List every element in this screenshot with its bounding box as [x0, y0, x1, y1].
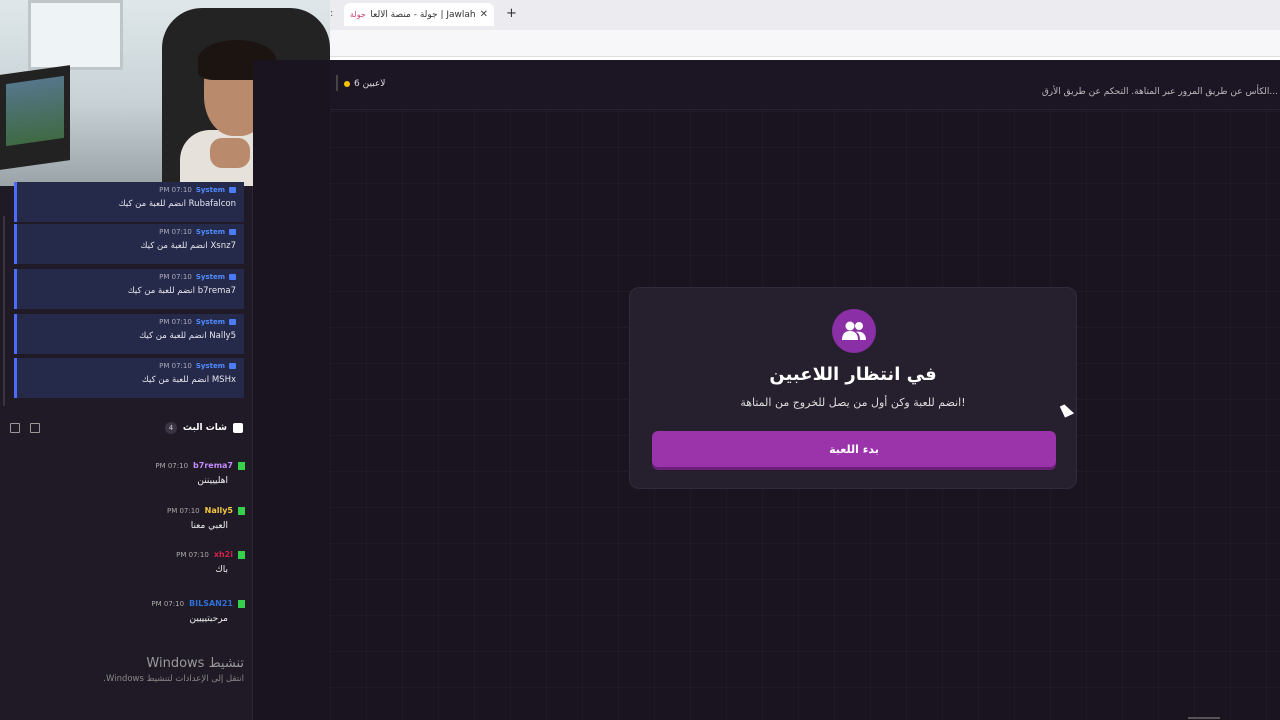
chat-header: شات البث 4: [0, 416, 253, 440]
kick-icon: [238, 506, 245, 515]
shield-icon: [229, 363, 236, 369]
game-description: ...الكأس عن طريق المرور عبر المتاهة. الت…: [1041, 87, 1278, 97]
system-message: System PM 07:10 Nally5 انضم للعبة من كيك: [14, 314, 244, 354]
address-bar[interactable]: [330, 30, 1280, 57]
close-icon[interactable]: ✕: [480, 9, 488, 20]
chat-message: b7rema7 PM 07:10 اهليييننن: [0, 461, 245, 486]
status-dot-icon: [344, 81, 350, 87]
shield-icon: [229, 274, 236, 280]
chat-title: شات البث: [182, 423, 227, 433]
tab-scroll-indicator: :: [330, 8, 334, 19]
kick-icon: [238, 599, 245, 608]
chat-bubble-icon: [233, 423, 243, 433]
cam-monitor: [0, 65, 70, 170]
waiting-subtitle: انضم للعبة وكن أول من يصل للخروج من المت…: [740, 396, 966, 409]
chat-count-badge: 4: [164, 422, 177, 434]
scroll-indicator: [1188, 717, 1220, 719]
game-header: 6 لاعبين ...الكأس عن طريق المرور عبر الم…: [330, 60, 1280, 110]
player-count: 6 لاعبين: [336, 75, 386, 91]
kick-icon: [238, 550, 245, 559]
system-message: System PM 07:10 Rubafalcon انضم للعبة من …: [14, 182, 244, 222]
browser-tab-strip: : جولة Jawlah | جولة - منصة الألعاب الت …: [330, 0, 1280, 30]
tab-favicon: جولة: [350, 10, 366, 19]
users-icon: [832, 309, 876, 353]
page-background: [253, 60, 330, 186]
kick-icon: [238, 461, 245, 470]
chat-message: Nally5 PM 07:10 العبي معنا: [0, 506, 245, 531]
player-count-label: 6 لاعبين: [354, 79, 386, 89]
start-game-button[interactable]: بدء اللعبة: [652, 431, 1056, 467]
browser-tab[interactable]: جولة Jawlah | جولة - منصة الألعاب الت ✕: [344, 3, 494, 26]
new-tab-icon[interactable]: +: [506, 6, 517, 21]
scrollbar[interactable]: [3, 216, 5, 406]
shield-icon: [229, 319, 236, 325]
settings-icon[interactable]: [10, 423, 20, 433]
chat-message: xh2i PM 07:10 باك: [0, 550, 245, 575]
shield-icon: [229, 187, 236, 193]
tab-title: Jawlah | جولة - منصة الألعاب الت: [370, 9, 476, 20]
cam-window: [28, 0, 123, 70]
chat-message: BILSAN21 PM 07:10 مرحبتيييين: [0, 599, 245, 624]
sidebar: System PM 07:10 Rubafalcon انضم للعبة من …: [0, 182, 253, 720]
windows-activation-watermark: تنشيط Windows انتقل إلى الإعدادات لتنشيط…: [103, 656, 244, 684]
page-background: [253, 186, 330, 720]
shield-icon: [229, 229, 236, 235]
system-message: System PM 07:10 MSHx انضم للعبة من كيك: [14, 358, 244, 398]
waiting-title: في انتظار اللاعبين: [769, 364, 937, 385]
system-message: System PM 07:10 Xsnz7 انضم للعبة من كيك: [14, 224, 244, 264]
cam-hand: [210, 138, 250, 168]
trash-icon[interactable]: [30, 423, 40, 433]
waiting-card: في انتظار اللاعبين انضم للعبة وكن أول من…: [629, 287, 1077, 489]
system-message: System PM 07:10 b7rema7 انضم للعبة من كيك: [14, 269, 244, 309]
